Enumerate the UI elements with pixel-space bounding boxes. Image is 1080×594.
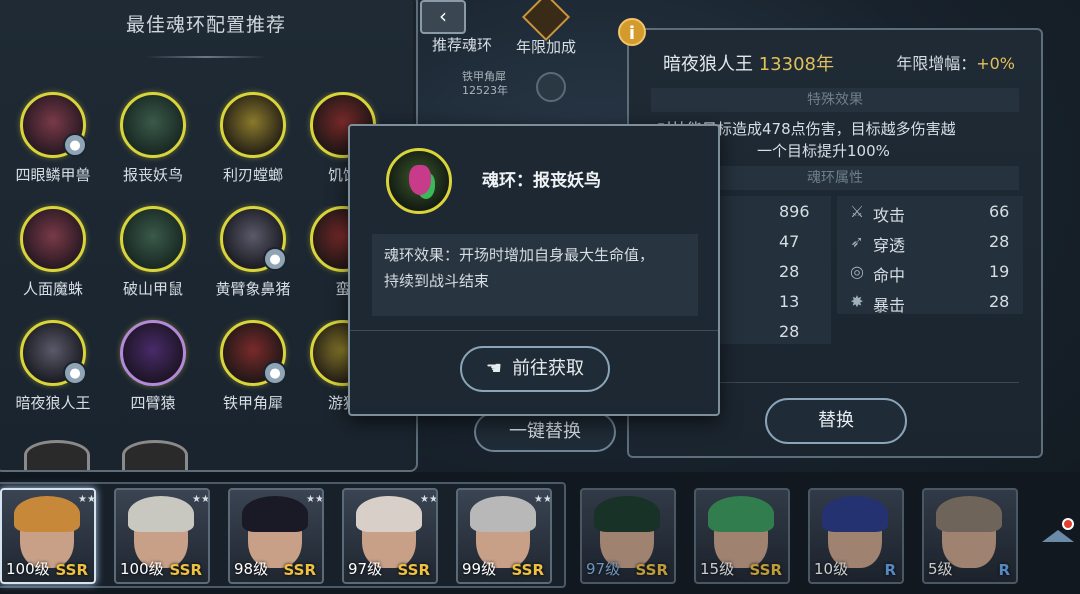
- reserve-hero-card[interactable]: 5级 R: [922, 488, 1018, 584]
- stat-name: 穿透: [873, 236, 906, 255]
- hero-rank: SSR: [283, 561, 316, 579]
- ring-bird-icon: [386, 148, 452, 214]
- tab-year-bonus[interactable]: 年限加成: [506, 0, 586, 57]
- ring-icon: ●: [20, 92, 87, 158]
- star-rating: ★★★: [534, 494, 552, 505]
- info-icon[interactable]: i: [618, 18, 646, 46]
- ring-icon: [120, 320, 186, 386]
- hero-level: 97级: [586, 560, 621, 578]
- hero-level: 5级: [928, 560, 953, 578]
- ring-icon: ●: [220, 206, 287, 272]
- hero-rank: SSR: [749, 561, 782, 579]
- hero-hair: [708, 496, 774, 532]
- reserve-hero-card[interactable]: 15级 SSR: [694, 488, 790, 584]
- hero-rank: SSR: [169, 561, 202, 579]
- ring-partial[interactable]: [122, 440, 188, 470]
- stat-name: 命中: [873, 266, 906, 285]
- tab-label: 推荐魂环: [431, 36, 492, 54]
- stat-value: 28: [779, 262, 800, 281]
- ring-slot-item[interactable]: 铁甲角犀 12523年: [462, 70, 508, 98]
- hero-rank: SSR: [397, 561, 430, 579]
- person-icon: ●: [263, 361, 287, 385]
- popup-title: 魂环：报丧妖鸟: [482, 171, 601, 191]
- hero-level: 97级: [348, 560, 383, 578]
- ring-icon: ●: [20, 320, 87, 386]
- ring-icon: [120, 92, 186, 158]
- person-icon: ●: [63, 361, 87, 385]
- title-divider: [146, 56, 266, 58]
- hero-hair: [822, 496, 888, 532]
- stat-value: 28: [779, 322, 800, 341]
- stat-name: 暴击: [873, 296, 906, 315]
- hero-level: 10级: [814, 560, 849, 578]
- one-key-replace-button[interactable]: 一键替换: [474, 412, 616, 452]
- star-rating: ★★★: [420, 494, 438, 505]
- stat-value: 66: [989, 202, 1010, 221]
- star-rating: ★★★★: [306, 494, 324, 505]
- hero-level: 100级: [120, 560, 164, 578]
- year-increase: 年限增幅：+0%: [896, 54, 1015, 73]
- ring-partial[interactable]: [24, 440, 90, 470]
- ring-name: 暗夜狼人王 13308年: [663, 54, 834, 75]
- tab-recommend-ring[interactable]: 推荐魂环: [422, 0, 502, 55]
- hero-rank: R: [998, 561, 1010, 579]
- sword-icon: ⚔: [849, 202, 865, 221]
- hero-level: 15级: [700, 560, 735, 578]
- ring-popup: 魂环：报丧妖鸟 魂环效果：开场时增加自身最大生命值， 持续到战斗结束 ☚ 前往获取: [348, 124, 720, 416]
- hero-level: 98级: [234, 560, 269, 578]
- ring-icon: [120, 206, 186, 272]
- ring-slot-icon[interactable]: [536, 72, 566, 102]
- hero-rank: SSR: [55, 561, 88, 579]
- hero-hair: [470, 496, 536, 532]
- go-obtain-button[interactable]: ☚ 前往获取: [460, 346, 610, 392]
- hero-rank: SSR: [511, 561, 544, 579]
- reserve-hero-card[interactable]: 10级 R: [808, 488, 904, 584]
- hero-rank: R: [884, 561, 896, 579]
- crit-icon: ✸: [850, 292, 864, 311]
- hero-card[interactable]: ★★★★ 100级 SSR: [114, 488, 210, 584]
- notification-dot: [1062, 518, 1074, 530]
- panel-title: 最佳魂环配置推荐: [125, 14, 286, 36]
- person-icon: ●: [263, 247, 287, 271]
- stat-value: 19: [989, 262, 1010, 281]
- replace-button[interactable]: 替换: [765, 398, 907, 444]
- hero-card[interactable]: ★★★★ 98级 SSR: [228, 488, 324, 584]
- stat-value: 13: [779, 292, 800, 311]
- hero-hair: [14, 496, 80, 532]
- hero-card[interactable]: ★★★ 99级 SSR: [456, 488, 552, 584]
- stat-name: 攻击: [873, 206, 906, 225]
- pierce-icon: ➶: [850, 232, 864, 251]
- stat-value: 28: [989, 232, 1010, 251]
- target-icon: ◎: [850, 262, 864, 281]
- star-rating: ★★★★: [192, 494, 210, 505]
- ring-slot-name: 铁甲角犀: [462, 70, 506, 83]
- stat-value: 896: [779, 202, 810, 221]
- year-bonus-icon: [521, 0, 571, 42]
- ring-icon: ●: [220, 320, 287, 386]
- special-effect-header: 特殊效果: [651, 88, 1019, 112]
- hero-hair: [242, 496, 308, 532]
- hero-level: 100级: [6, 560, 50, 578]
- ring-icon: [20, 206, 86, 272]
- button-label: 前往获取: [512, 358, 585, 379]
- hero-card[interactable]: ★★★ 97级 SSR: [342, 488, 438, 584]
- hero-hair: [356, 496, 422, 532]
- stat-value: 47: [779, 232, 800, 251]
- hero-hair: [594, 496, 660, 532]
- popup-effect: 魂环效果：开场时增加自身最大生命值， 持续到战斗结束: [372, 234, 698, 316]
- hero-hair: [128, 496, 194, 532]
- person-icon: ●: [63, 133, 87, 157]
- hand-icon: ☚: [485, 358, 503, 379]
- reserve-hero-card[interactable]: 97级 SSR: [580, 488, 676, 584]
- star-rating: ★★★: [78, 494, 96, 505]
- hero-rank: SSR: [635, 561, 668, 579]
- stat-value: 28: [989, 292, 1010, 311]
- ring-icon: [220, 92, 286, 158]
- hero-hair: [936, 496, 1002, 532]
- hero-card[interactable]: ★★★ 100级 SSR: [0, 488, 96, 584]
- ring-slot-year: 12523年: [462, 84, 508, 97]
- hero-level: 99级: [462, 560, 497, 578]
- divider: [350, 330, 718, 331]
